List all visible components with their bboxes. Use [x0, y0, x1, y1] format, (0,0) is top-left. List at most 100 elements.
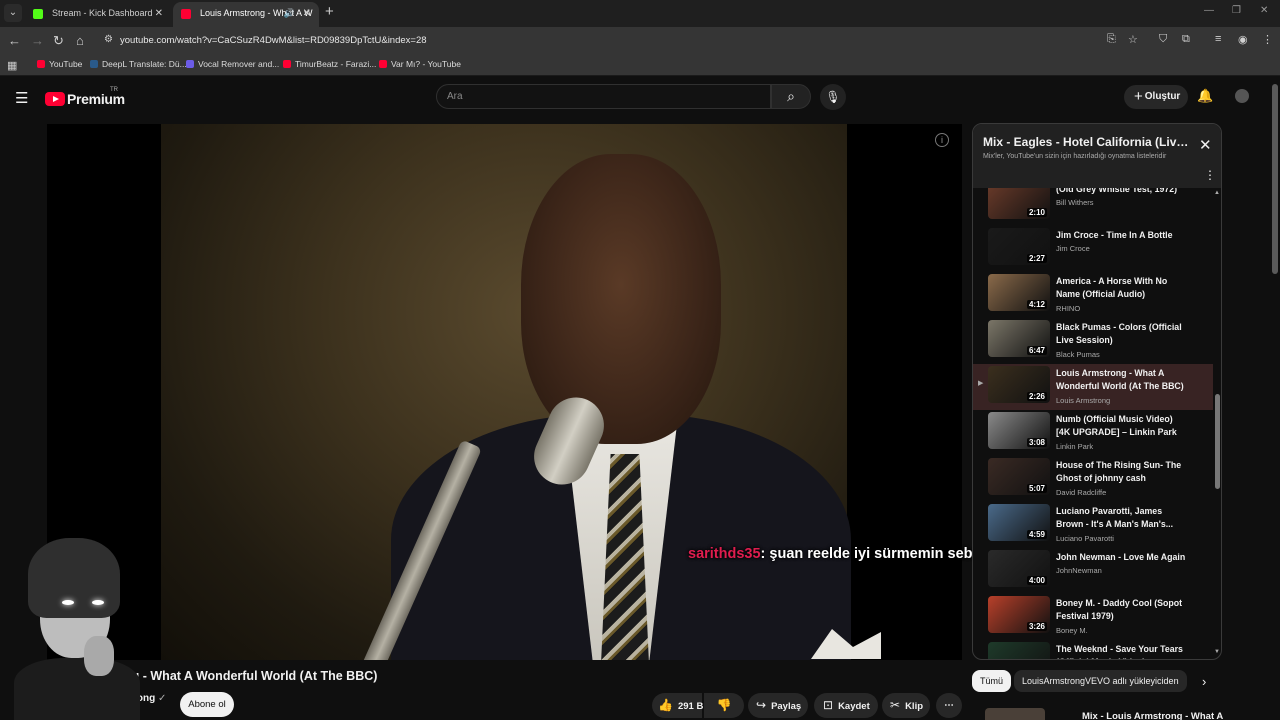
playlist-item[interactable]: 3:26 Boney M. - Daddy Cool (Sopot Festiva…: [973, 594, 1213, 640]
duration-badge: 3:26: [1026, 622, 1047, 631]
info-icon[interactable]: i: [935, 133, 949, 147]
playlist-item[interactable]: 3:08 Numb (Official Music Video) [4K UPGR…: [973, 410, 1213, 456]
chip-all[interactable]: Tümü: [972, 670, 1012, 692]
playlist-item[interactable]: 4:09 The Weeknd - Save Your Tears (Offici…: [973, 640, 1213, 659]
video-player[interactable]: i: [47, 124, 962, 660]
extensions-icon[interactable]: ⧉: [1182, 33, 1190, 46]
playlist-item-channel: JohnNewman: [1056, 566, 1102, 575]
close-tab-icon[interactable]: ✕: [303, 2, 311, 25]
next-video-title[interactable]: Mix - Louis Armstrong - What A: [1082, 711, 1223, 720]
duration-badge: 3:08: [1026, 438, 1047, 447]
search-input[interactable]: Ara: [436, 84, 771, 109]
subscribe-button[interactable]: Abone ol: [180, 692, 234, 717]
bookmark-vocal-remover[interactable]: Vocal Remover and...: [186, 59, 279, 69]
profile-icon[interactable]: ◉: [1238, 33, 1248, 46]
bookmark-deepl[interactable]: DeepL Translate: Dü...: [90, 59, 187, 69]
search-button[interactable]: ⌕: [771, 84, 811, 109]
playlist-item-title: Jim Croce - Time In A Bottle: [1056, 230, 1173, 240]
back-icon[interactable]: ←: [8, 33, 21, 48]
scroll-down-arrow-icon[interactable]: ▼: [1214, 649, 1220, 655]
hamburger-menu-icon[interactable]: ☰: [15, 89, 28, 107]
playlist-item-thumbnail[interactable]: 2:26: [988, 366, 1050, 403]
share-icon: ↪: [756, 698, 767, 712]
chat-username: sarithds35: [688, 546, 761, 562]
playlist-item-title: Boney M. - Daddy Cool (Sopot Festival 19…: [1056, 598, 1183, 621]
playlist-scrollbar[interactable]: [1215, 394, 1220, 489]
playlist-item-thumbnail[interactable]: 3:26: [988, 596, 1050, 633]
bookmark-timurbeatz[interactable]: TimurBeatz - Farazi...: [283, 59, 376, 69]
playlist-item[interactable]: 6:47 Black Pumas - Colors (Official Live …: [973, 318, 1213, 364]
region-code: TR: [110, 87, 118, 93]
tab-search-icon[interactable]: ⌄: [4, 4, 22, 22]
site-info-icon[interactable]: ⚙: [104, 34, 113, 45]
playlist-item[interactable]: 2:27 Jim Croce - Time In A Bottle Jim Croc…: [973, 226, 1213, 272]
shield-extension-icon[interactable]: ⛉: [1159, 33, 1167, 46]
playlist-item[interactable]: 4:59 Luciano Pavarotti, James Brown - It'…: [973, 502, 1213, 548]
playlist-item-thumbnail[interactable]: 4:12: [988, 274, 1050, 311]
duration-badge: 6:47: [1026, 346, 1047, 355]
playlist-item[interactable]: 4:00 John Newman - Love Me Again JohnNewma…: [973, 548, 1213, 594]
close-window-icon[interactable]: ✕: [1260, 5, 1268, 16]
playlist-item[interactable]: 2:10 (Old Grey Whistle Test, 1972) Bill Wi…: [973, 188, 1213, 226]
url-text: youtube.com/watch?v=CaCSuzR4DwM&list=RD0…: [120, 35, 427, 46]
duration-badge: 4:59: [1026, 530, 1047, 539]
media-control-icon[interactable]: ≡: [1215, 33, 1221, 45]
minimize-icon[interactable]: —: [1204, 5, 1214, 16]
page-scrollbar[interactable]: [1272, 84, 1278, 274]
install-app-icon[interactable]: ⎘: [1107, 33, 1116, 46]
next-video-thumbnail[interactable]: [985, 708, 1045, 720]
maximize-icon[interactable]: ❐: [1232, 5, 1241, 16]
playlist-item-thumbnail[interactable]: 6:47: [988, 320, 1050, 357]
playlist-item[interactable]: 4:12 America - A Horse With No Name (Offi…: [973, 272, 1213, 318]
dislike-button[interactable]: 👎: [704, 693, 744, 718]
playlist-item-thumbnail[interactable]: 3:08: [988, 412, 1050, 449]
playlist-title[interactable]: Mix - Eagles - Hotel California (Live...: [983, 135, 1191, 149]
home-icon[interactable]: ⌂: [76, 33, 84, 48]
youtube-play-logo-icon: [45, 91, 65, 106]
performer-head: [521, 154, 721, 444]
chevron-right-icon[interactable]: ›: [1202, 674, 1206, 689]
bookmark-star-icon[interactable]: ☆: [1128, 33, 1138, 46]
playlist-more-icon[interactable]: ⋮: [1204, 168, 1216, 182]
apps-grid-icon[interactable]: ▦: [7, 59, 17, 72]
share-button[interactable]: ↪ Paylaş: [748, 693, 808, 718]
notifications-bell-icon[interactable]: 🔔: [1197, 88, 1213, 104]
webcam-body: [14, 658, 140, 720]
playlist-item-thumbnail[interactable]: 2:10: [988, 188, 1050, 219]
create-button[interactable]: + Oluştur: [1124, 85, 1188, 109]
reload-icon[interactable]: ↻: [53, 33, 64, 49]
playlist-item-title: Louis Armstrong - What A Wonderful World…: [1056, 368, 1184, 391]
playlist-item-thumbnail[interactable]: 2:27: [988, 228, 1050, 265]
forward-icon[interactable]: →: [31, 33, 44, 48]
playlist-item-thumbnail[interactable]: 4:09: [988, 642, 1050, 659]
playlist-item-title: Black Pumas - Colors (Official Live Sess…: [1056, 322, 1182, 345]
avatar[interactable]: [1235, 89, 1249, 103]
playlist-item-thumbnail[interactable]: 4:00: [988, 550, 1050, 587]
audio-playing-icon[interactable]: 🔊: [284, 2, 295, 25]
more-actions-button[interactable]: ⋯: [936, 693, 962, 718]
close-tab-icon[interactable]: ✕: [155, 2, 163, 25]
voice-search-button[interactable]: 🎙: [820, 84, 846, 110]
close-playlist-icon[interactable]: ✕: [1199, 136, 1212, 154]
playlist-item-title: House of The Rising Sun- The Ghost of jo…: [1056, 460, 1182, 483]
browser-tab-kick[interactable]: Stream - Kick Dashboard ✕: [25, 2, 171, 27]
like-button[interactable]: 👍 291 B: [652, 693, 703, 718]
playlist-item-thumbnail[interactable]: 5:07: [988, 458, 1050, 495]
playlist-items: 2:10 (Old Grey Whistle Test, 1972) Bill Wi…: [973, 188, 1221, 659]
youtube-premium-logo[interactable]: Premium TR: [45, 87, 125, 108]
bookmark-var-mi[interactable]: Var Mı? - YouTube: [379, 59, 461, 69]
new-tab-icon[interactable]: +: [325, 3, 334, 20]
playlist-item-thumbnail[interactable]: 4:59: [988, 504, 1050, 541]
browser-tab-youtube[interactable]: Louis Armstrong - What A W 🔊 ✕: [173, 2, 319, 27]
youtube-favicon-icon: [379, 60, 387, 68]
duration-badge: 2:10: [1026, 208, 1047, 217]
bookmark-youtube[interactable]: YouTube: [37, 59, 82, 69]
clip-button[interactable]: ✂ Klip: [882, 693, 930, 718]
save-button[interactable]: ⊡ Kaydet: [814, 693, 878, 718]
playlist-item[interactable]: 5:07 House of The Rising Sun- The Ghost o…: [973, 456, 1213, 502]
omnibox[interactable]: ⚙ youtube.com/watch?v=CaCSuzR4DwM&list=R…: [98, 30, 1278, 53]
browser-menu-icon[interactable]: ⋮: [1262, 33, 1273, 46]
playlist-item[interactable]: ▶ 2:26 Louis Armstrong - What A Wonderful …: [973, 364, 1213, 410]
scroll-up-arrow-icon[interactable]: ▲: [1214, 190, 1220, 196]
chip-uploader[interactable]: LouisArmstrongVEVO adlı yükleyiciden: [1014, 670, 1187, 692]
